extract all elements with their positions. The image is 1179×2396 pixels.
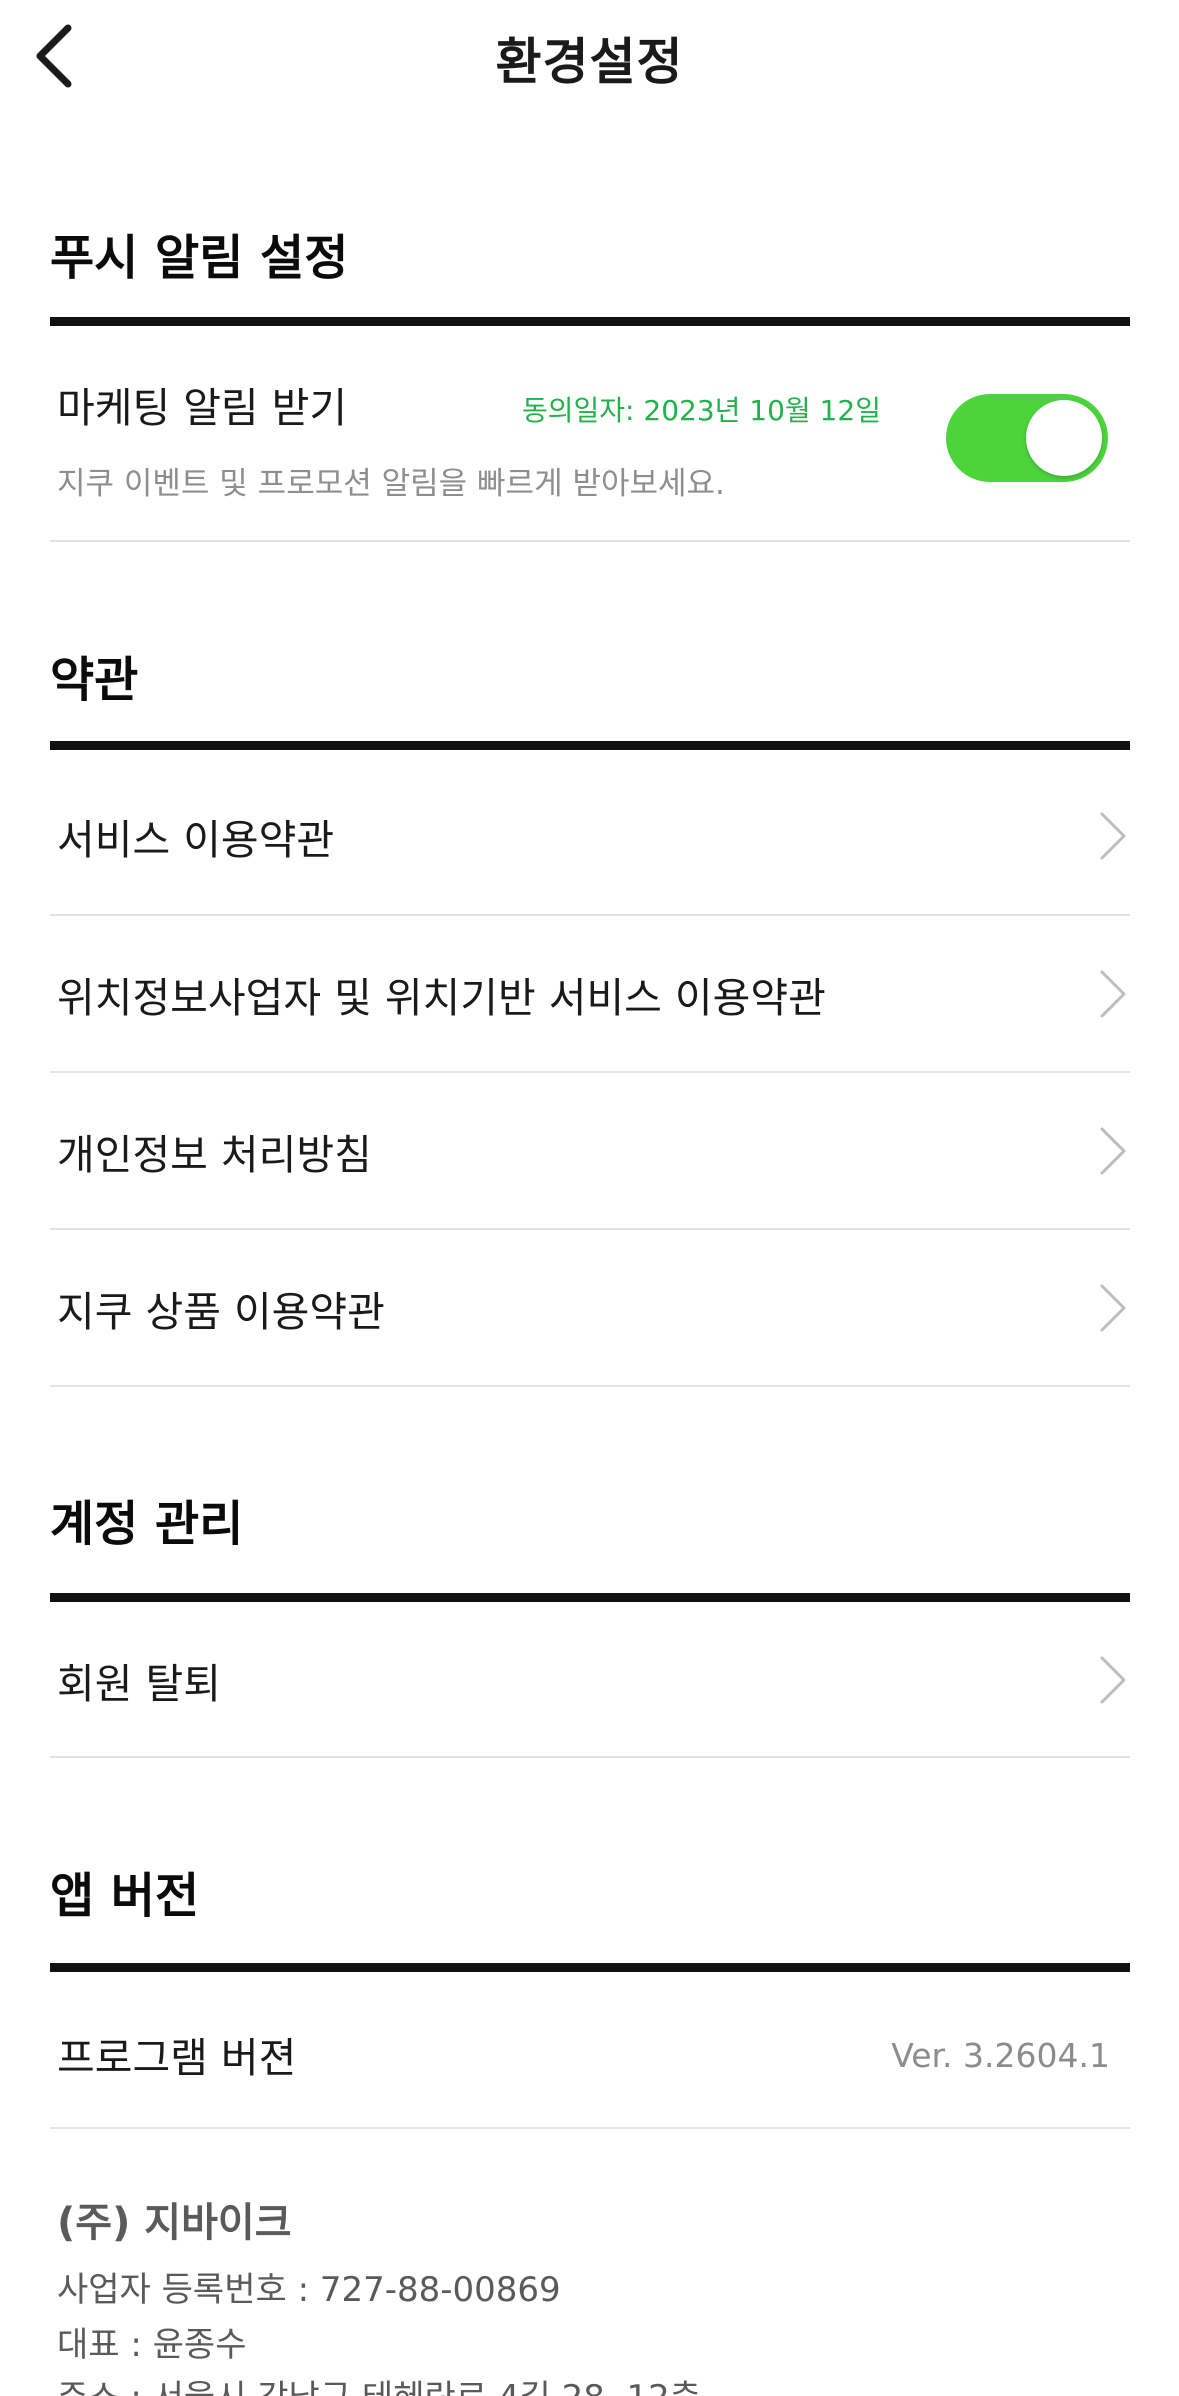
version-section-rule [50, 1963, 1130, 1972]
marketing-agree-date: 동의일자: 2023년 10월 12일 [522, 394, 881, 427]
divider [50, 1756, 1130, 1758]
marketing-description: 지쿠 이벤트 및 프로모션 알림을 빠르게 받아보세요. [57, 466, 725, 502]
company-ceo: 대표 : 윤종수 [57, 2325, 247, 2365]
chevron-right-icon [1100, 1656, 1126, 1704]
marketing-label: 마케팅 알림 받기 [57, 384, 348, 432]
account-section-rule [50, 1593, 1130, 1602]
version-label: 프로그램 버젼 [57, 2034, 297, 2082]
account-section-title: 계정 관리 [50, 1496, 244, 1552]
terms-item-service[interactable]: 서비스 이용약관 [50, 758, 1130, 914]
chevron-right-icon [1100, 1284, 1126, 1332]
toggle-knob [1026, 400, 1102, 476]
marketing-toggle[interactable] [946, 394, 1108, 482]
terms-item-product[interactable]: 지쿠 상품 이용약관 [50, 1230, 1130, 1386]
terms-section-title: 약관 [50, 652, 139, 708]
account-item-withdraw[interactable]: 회원 탈퇴 [50, 1602, 1130, 1758]
row-label: 위치정보사업자 및 위치기반 서비스 이용약관 [57, 974, 826, 1022]
divider [50, 2127, 1130, 2129]
divider [50, 1385, 1130, 1387]
company-name: (주) 지바이크 [57, 2200, 292, 2246]
row-label: 회원 탈퇴 [57, 1660, 221, 1708]
settings-screen: 환경설정 푸시 알림 설정 마케팅 알림 받기 동의일자: 2023년 10월 … [0, 0, 1179, 2396]
version-value: Ver. 3.2604.1 [891, 2036, 1110, 2075]
terms-item-location[interactable]: 위치정보사업자 및 위치기반 서비스 이용약관 [50, 916, 1130, 1072]
chevron-right-icon [1100, 812, 1126, 860]
company-business-no: 사업자 등록번호 : 727-88-00869 [57, 2270, 561, 2310]
row-label: 지쿠 상품 이용약관 [57, 1288, 385, 1336]
top-bar: 환경설정 [0, 0, 1179, 120]
chevron-right-icon [1100, 1127, 1126, 1175]
terms-section-rule [50, 741, 1130, 750]
chevron-right-icon [1100, 970, 1126, 1018]
company-address: 주소 : 서울시 강남구 테헤란로 4길 28, 12층 [57, 2370, 701, 2396]
row-label: 서비스 이용약관 [57, 816, 335, 864]
terms-item-privacy[interactable]: 개인정보 처리방침 [50, 1073, 1130, 1229]
row-label: 개인정보 처리방침 [57, 1131, 372, 1179]
version-section-title: 앱 버전 [50, 1868, 200, 1924]
divider [50, 540, 1130, 542]
push-section-title: 푸시 알림 설정 [50, 230, 349, 286]
push-section-rule [50, 317, 1130, 326]
page-title: 환경설정 [495, 33, 684, 91]
